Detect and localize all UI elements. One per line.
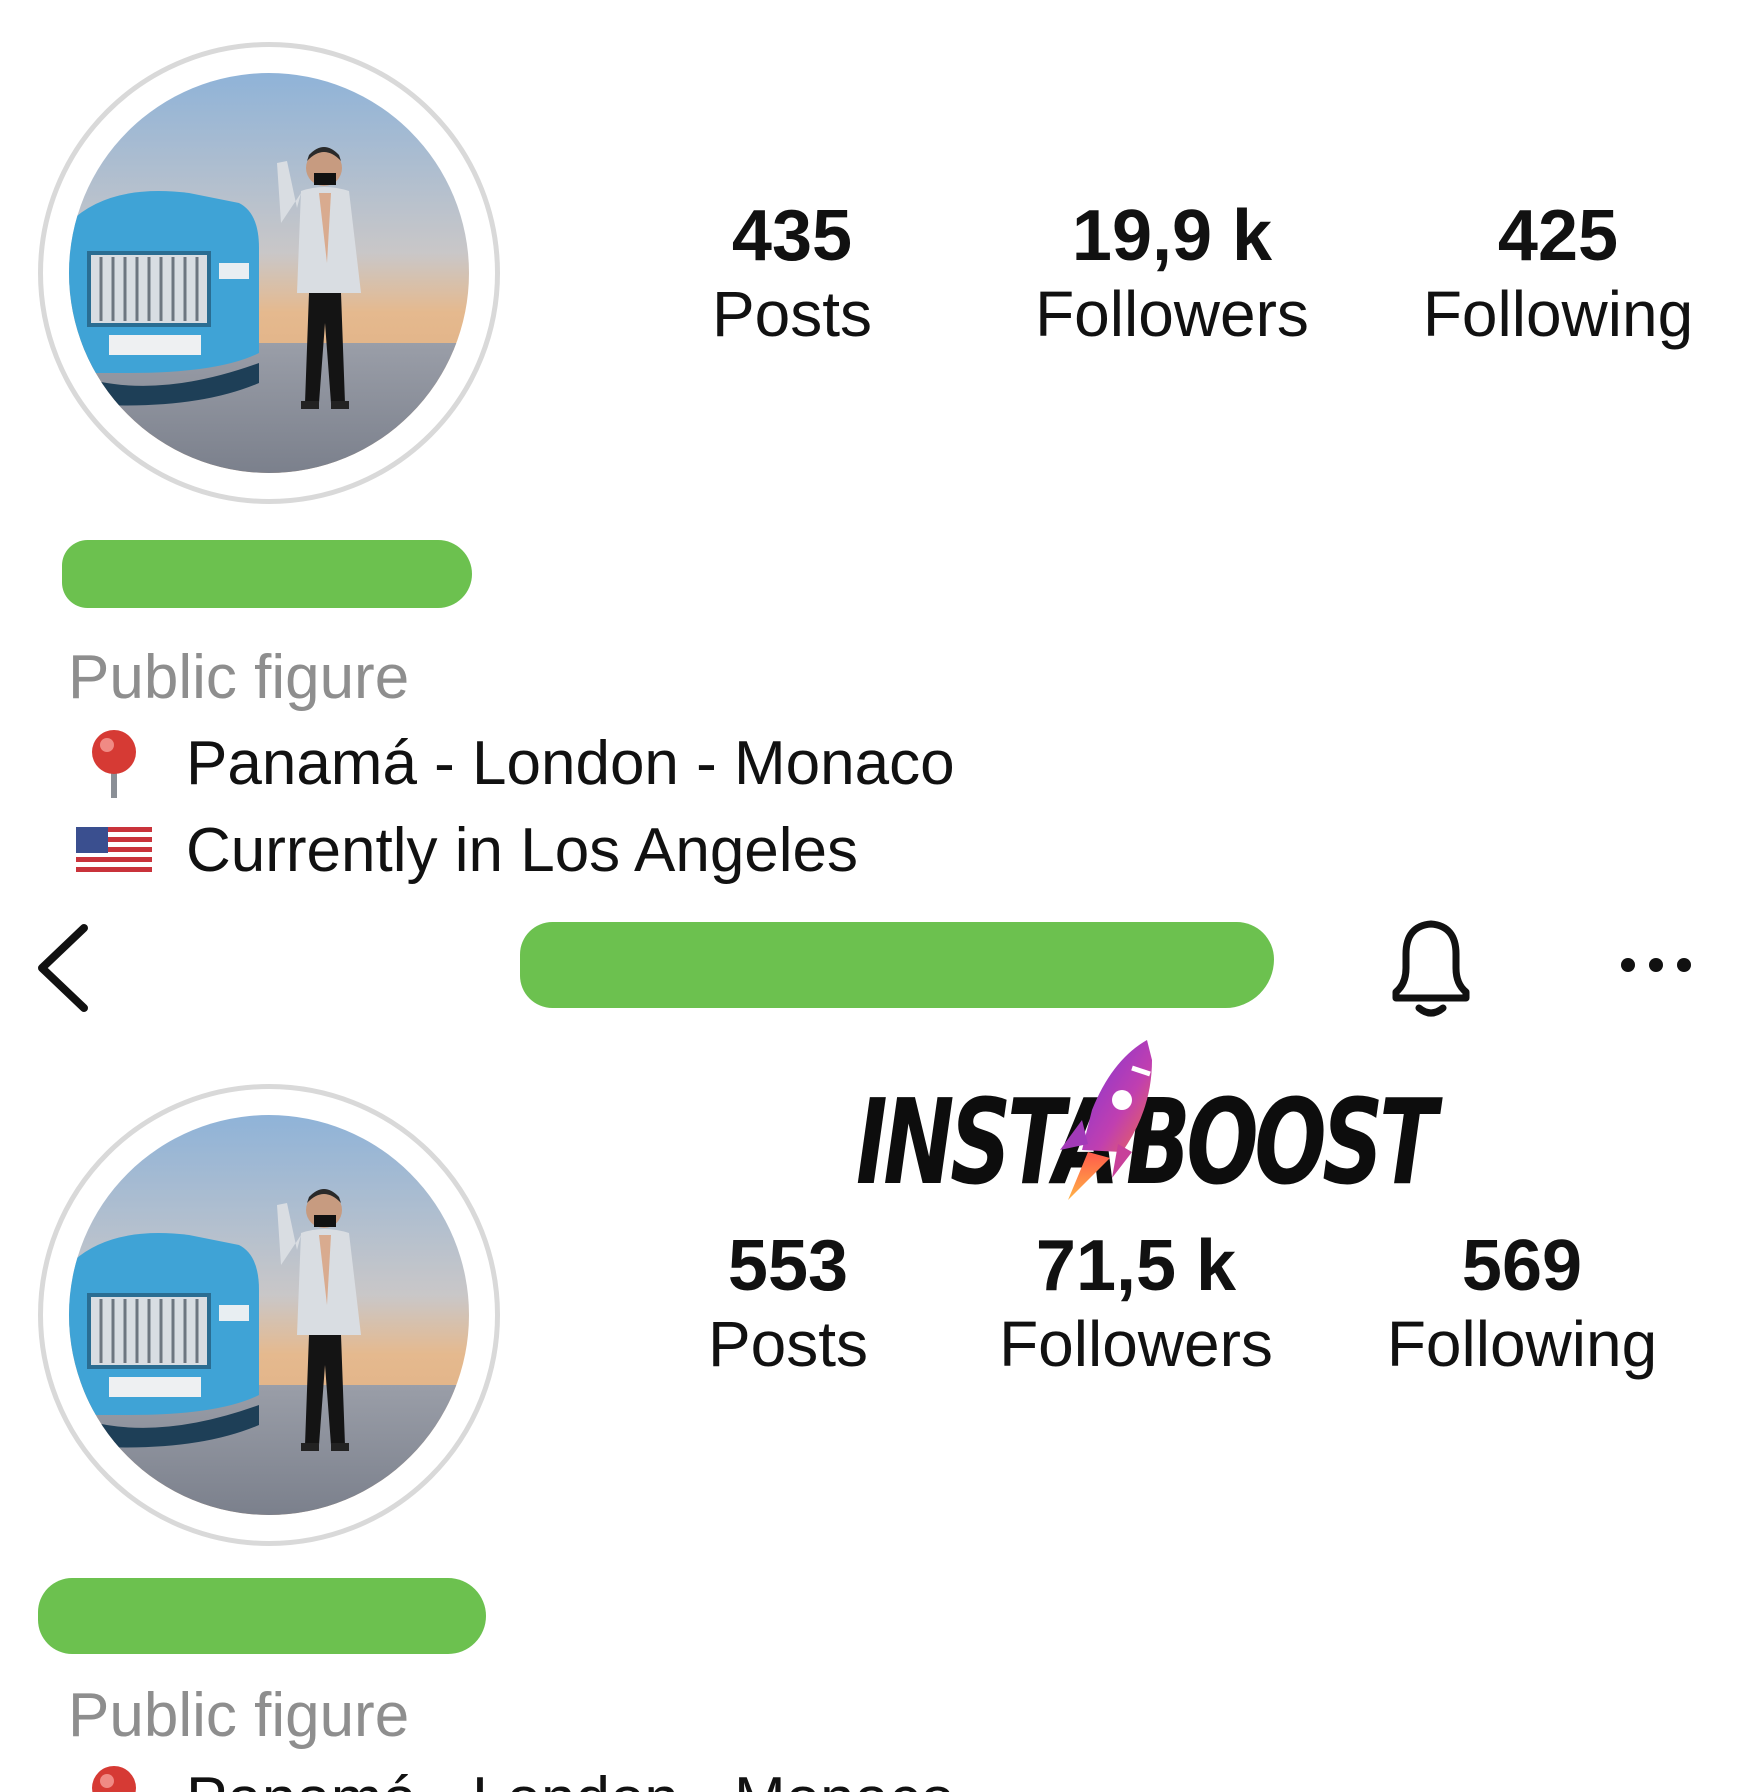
following-stat-before[interactable]: 425 Following bbox=[1398, 196, 1718, 352]
bio-line-location: Panamá - London - Monaco bbox=[74, 1764, 955, 1792]
bio-text: Panamá - London - Monaco bbox=[186, 1764, 955, 1792]
following-stat-after[interactable]: 569 Following bbox=[1362, 1226, 1682, 1382]
rocket-icon bbox=[1060, 1040, 1152, 1200]
profile-avatar-after[interactable] bbox=[38, 1084, 500, 1546]
avatar-photo bbox=[69, 1115, 469, 1515]
posts-label: Posts bbox=[707, 1308, 869, 1380]
profile-category: Public figure bbox=[68, 1681, 410, 1750]
instaboost-watermark: INSTA BOOST bbox=[856, 1040, 1437, 1210]
profile-avatar-before[interactable] bbox=[38, 42, 500, 504]
followers-count: 19,9 k bbox=[1071, 196, 1273, 276]
posts-label: Posts bbox=[711, 278, 873, 350]
round-pushpin-emoji bbox=[74, 1764, 158, 1792]
watermark-text-right: BOOST bbox=[1126, 1073, 1437, 1211]
posts-count: 553 bbox=[727, 1226, 849, 1306]
posts-stat-before[interactable]: 435 Posts bbox=[632, 196, 952, 352]
redacted-header-username bbox=[520, 922, 1274, 1008]
followers-label: Followers bbox=[999, 1308, 1273, 1380]
following-count: 569 bbox=[1461, 1226, 1583, 1306]
us-flag-emoji bbox=[74, 815, 158, 887]
posts-stat-after[interactable]: 553 Posts bbox=[628, 1226, 948, 1382]
bio-line-location: Panamá - London - Monaco bbox=[74, 728, 955, 800]
redacted-username bbox=[62, 540, 472, 608]
bio-text: Panamá - London - Monaco bbox=[186, 729, 955, 798]
followers-count: 71,5 k bbox=[1035, 1226, 1237, 1306]
followers-stat-after[interactable]: 71,5 k Followers bbox=[976, 1226, 1296, 1382]
posts-count: 435 bbox=[731, 196, 853, 276]
bell-icon bbox=[1392, 920, 1470, 1017]
following-label: Following bbox=[1386, 1308, 1658, 1380]
bio-text: Currently in Los Angeles bbox=[186, 816, 859, 885]
followers-stat-before[interactable]: 19,9 k Followers bbox=[1012, 196, 1332, 352]
following-label: Following bbox=[1422, 278, 1694, 350]
more-horizontal-icon bbox=[1621, 958, 1691, 972]
followers-label: Followers bbox=[1035, 278, 1309, 350]
back-button[interactable] bbox=[28, 918, 98, 1018]
more-options-button[interactable] bbox=[1616, 940, 1696, 990]
chevron-left-icon bbox=[38, 924, 88, 1012]
bio-line-current: Currently in Los Angeles bbox=[74, 815, 858, 887]
profile-category: Public figure bbox=[68, 643, 410, 712]
redacted-username bbox=[38, 1578, 486, 1654]
notifications-button[interactable] bbox=[1376, 912, 1486, 1022]
following-count: 425 bbox=[1497, 196, 1619, 276]
avatar-photo bbox=[69, 73, 469, 473]
round-pushpin-emoji bbox=[74, 728, 158, 800]
